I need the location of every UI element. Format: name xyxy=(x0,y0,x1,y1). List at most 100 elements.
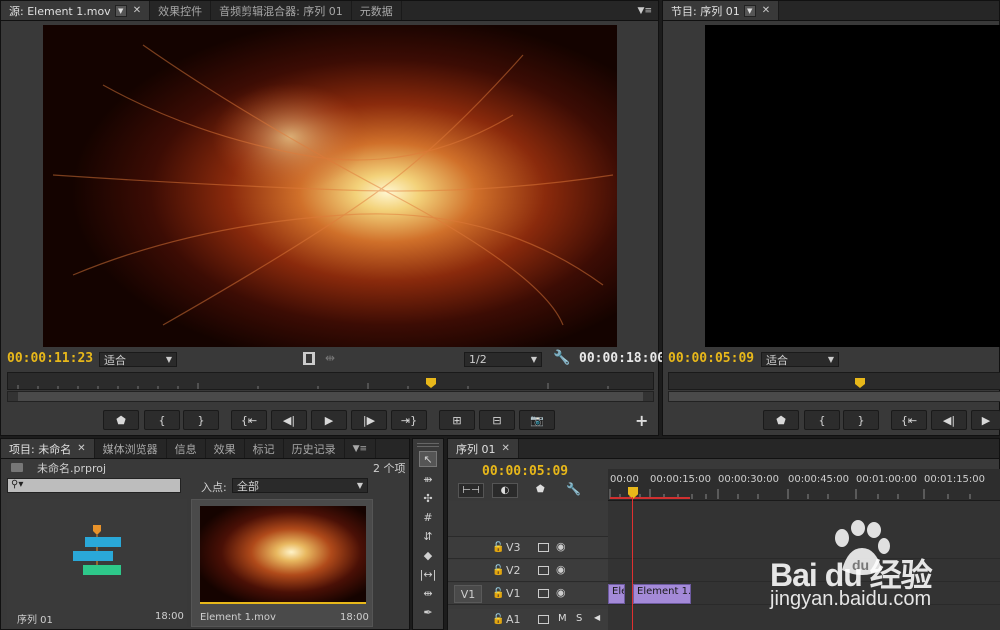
tab-sequence[interactable]: 序列 01 ✕ xyxy=(448,439,519,458)
program-zoom-scrollbar[interactable] xyxy=(668,391,1000,402)
mark-in-button[interactable]: { xyxy=(144,410,180,430)
film-strip-icon[interactable] xyxy=(303,352,315,365)
lock-icon[interactable]: 🔓 xyxy=(492,588,504,599)
program-time-ruler[interactable] xyxy=(668,372,1000,390)
work-area-bar[interactable] xyxy=(610,497,690,499)
selection-tool-icon[interactable]: ↖ xyxy=(419,451,437,467)
ripple-edit-tool-icon[interactable]: ✣ xyxy=(419,490,437,506)
tab-project[interactable]: 项目: 未命名 ✕ xyxy=(1,439,95,458)
close-icon[interactable]: ✕ xyxy=(762,5,770,16)
go-to-in-button[interactable]: {⇤ xyxy=(231,410,267,430)
timeline-timecode[interactable]: 00:00:05:09 xyxy=(482,464,568,479)
scroll-right-handle[interactable] xyxy=(643,392,653,401)
add-marker-button[interactable]: ⬟ xyxy=(103,410,139,430)
scroll-left-handle[interactable] xyxy=(8,392,18,401)
tabs-overflow-menu[interactable]: ▼≡ xyxy=(345,439,377,458)
tab-program[interactable]: 节目: 序列 01 ▼ ✕ xyxy=(663,1,780,20)
tab-effect-controls[interactable]: 效果控件 xyxy=(150,1,212,20)
program-fit-dropdown[interactable]: 适合 ▼ xyxy=(761,352,839,367)
sequence-icon xyxy=(73,525,121,575)
sync-lock-icon[interactable] xyxy=(538,543,549,552)
tab-history[interactable]: 历史记录 xyxy=(284,439,345,458)
tab-info[interactable]: 信息 xyxy=(167,439,206,458)
step-back-button[interactable]: ◀| xyxy=(271,410,307,430)
panel-menu-icon[interactable]: ▼≡ xyxy=(632,1,658,20)
tab-markers[interactable]: 标记 xyxy=(245,439,284,458)
nest-toggle-button[interactable]: ⊢⊣ xyxy=(458,483,484,498)
drag-video-icon[interactable]: ⇹ xyxy=(325,351,335,365)
rolling-edit-tool-icon[interactable]: # xyxy=(419,509,437,525)
source-fit-dropdown[interactable]: 适合 ▼ xyxy=(99,352,177,367)
solo-button[interactable]: S xyxy=(576,613,582,624)
export-frame-button[interactable]: 📷 xyxy=(519,410,555,430)
insert-button[interactable]: ⊞ xyxy=(439,410,475,430)
mark-in-icon: { xyxy=(158,413,166,427)
mute-button[interactable]: M xyxy=(558,613,567,624)
source-patch-v1[interactable]: V1 xyxy=(454,585,482,603)
project-item-clip[interactable]: Element 1.mov 18:00 xyxy=(191,499,373,627)
source-zoom-scrollbar[interactable] xyxy=(7,391,654,402)
program-mark-out-button[interactable]: } xyxy=(843,410,879,430)
go-to-out-button[interactable]: ⇥} xyxy=(391,410,427,430)
program-play-button[interactable]: ▶ xyxy=(971,410,1000,430)
source-time-ruler[interactable] xyxy=(7,372,654,390)
tab-audio-clip-mixer[interactable]: 音频剪辑混合器: 序列 01 xyxy=(211,1,352,20)
mark-out-button[interactable]: } xyxy=(183,410,219,430)
mark-in-icon: { xyxy=(818,413,826,427)
program-go-to-in-button[interactable]: {⇤ xyxy=(891,410,927,430)
voiceover-icon[interactable]: ◀ xyxy=(594,613,600,622)
snap-button[interactable]: ◐ xyxy=(492,483,518,498)
watermark-url: jingyan.baidu.com xyxy=(770,588,932,610)
button-editor-icon[interactable]: + xyxy=(635,411,648,430)
razor-tool-icon[interactable]: ◆ xyxy=(419,547,437,563)
wrench-icon[interactable]: 🔧 xyxy=(553,350,570,366)
track-header: 🔓 V3 ◉ xyxy=(448,537,608,558)
overwrite-icon: ⊟ xyxy=(492,413,502,427)
chevron-down-icon[interactable]: ▼ xyxy=(743,4,756,17)
track-header-gap xyxy=(448,501,608,537)
rate-stretch-tool-icon[interactable]: ⇵ xyxy=(419,528,437,544)
slide-tool-icon[interactable]: ⇹ xyxy=(419,585,437,601)
program-timecode[interactable]: 00:00:05:09 xyxy=(668,351,754,366)
source-resolution-dropdown[interactable]: 1/2 ▼ xyxy=(464,352,542,367)
nebula-thumbnail xyxy=(200,506,366,602)
step-forward-button[interactable]: |▶ xyxy=(351,410,387,430)
tab-effects[interactable]: 效果 xyxy=(206,439,245,458)
overwrite-button[interactable]: ⊟ xyxy=(479,410,515,430)
tab-source[interactable]: 源: Element 1.mov ▼ ✕ xyxy=(1,1,151,20)
project-panel: 项目: 未命名 ✕ 媒体浏览器 信息 效果 标记 历史记录 ▼≡ 未命名.prp… xyxy=(0,438,410,630)
eye-icon[interactable]: ◉ xyxy=(556,586,566,599)
search-input[interactable]: ⚲▾ xyxy=(7,478,181,493)
close-icon[interactable]: ✕ xyxy=(133,5,141,16)
slip-tool-icon[interactable]: |↔| xyxy=(419,566,437,582)
clip-segment-short[interactable]: Ele xyxy=(608,584,625,604)
mark-out-icon: } xyxy=(857,413,865,427)
eye-icon[interactable]: ◉ xyxy=(556,540,566,553)
program-step-back-button[interactable]: ◀| xyxy=(931,410,967,430)
chevron-down-icon[interactable]: ▼ xyxy=(114,4,127,17)
sync-lock-icon[interactable] xyxy=(538,615,549,624)
clip-segment[interactable]: Element 1.n xyxy=(633,584,691,604)
add-marker-icon[interactable]: ⬟ xyxy=(536,484,545,495)
sync-lock-icon[interactable] xyxy=(538,589,549,598)
project-item-sequence[interactable]: 序列 01 18:00 xyxy=(7,499,187,627)
source-timecode-in[interactable]: 00:00:11:23 xyxy=(7,351,93,366)
timeline-ruler[interactable]: 00:00 00:00:15:00 00:00:30:00 00:00:45:0… xyxy=(608,469,1000,501)
timeline-settings-wrench-icon[interactable]: 🔧 xyxy=(566,482,581,496)
lock-icon[interactable]: 🔓 xyxy=(492,614,504,625)
lock-icon[interactable]: 🔓 xyxy=(492,565,504,576)
program-add-marker-button[interactable]: ⬟ xyxy=(763,410,799,430)
eye-icon[interactable]: ◉ xyxy=(556,563,566,576)
close-icon[interactable]: ✕ xyxy=(77,443,85,454)
track-select-tool-icon[interactable]: ⇻ xyxy=(419,471,437,487)
tab-media-browser[interactable]: 媒体浏览器 xyxy=(95,439,167,458)
play-button[interactable]: ▶ xyxy=(311,410,347,430)
lock-icon[interactable]: 🔓 xyxy=(492,542,504,553)
close-icon[interactable]: ✕ xyxy=(502,443,510,454)
tab-metadata[interactable]: 元数据 xyxy=(352,1,402,20)
pen-tool-icon[interactable]: ✒ xyxy=(419,604,437,620)
ruler-label: 00:00:15:00 xyxy=(650,474,712,485)
sync-lock-icon[interactable] xyxy=(538,566,549,575)
program-mark-in-button[interactable]: { xyxy=(804,410,840,430)
in-point-dropdown[interactable]: 全部 ▼ xyxy=(232,478,368,493)
